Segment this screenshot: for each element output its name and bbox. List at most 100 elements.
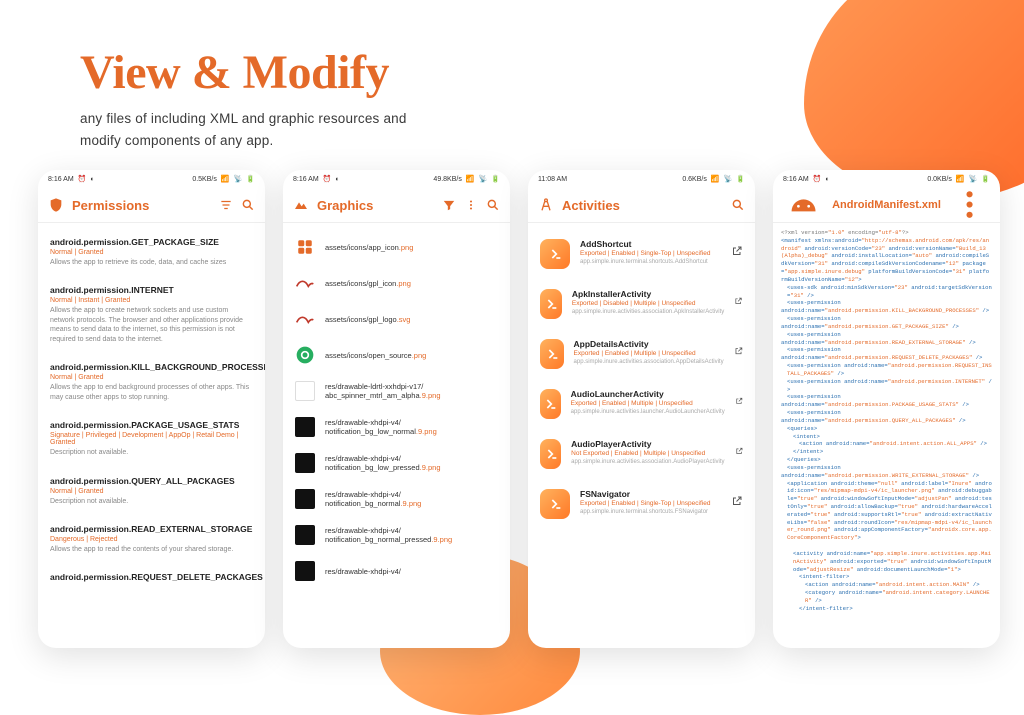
- signal-icon: 📶: [711, 175, 720, 183]
- launch-icon[interactable]: [731, 495, 743, 507]
- activity-item[interactable]: AppDetailsActivity Exported | Enabled | …: [528, 329, 755, 379]
- permission-desc: Allows the app to end background process…: [50, 383, 253, 402]
- permission-item[interactable]: android.permission.PACKAGE_USAGE_STATSSi…: [38, 412, 265, 467]
- page-subtitle: any files of including XML and graphic r…: [80, 108, 407, 151]
- phone-permissions: 8:16 AM⏰◐ 0.5KB/s📶📡🔋 Permissions android…: [38, 170, 265, 648]
- search-icon[interactable]: [731, 198, 745, 212]
- thumbnail-icon: [295, 453, 315, 473]
- xml-viewer[interactable]: <?xml version="1.0" encoding="utf-8"?><m…: [773, 223, 1000, 619]
- heading-block: View & Modify any files of including XML…: [80, 45, 407, 151]
- xml-line: <category android:name="android.intent.c…: [781, 589, 992, 605]
- graphics-item[interactable]: res/drawable-ldrtl-xxhdpi-v17/ abc_spinn…: [283, 373, 510, 409]
- status-bar: 8:16 AM⏰◐ 0.5KB/s📶📡🔋: [38, 170, 265, 188]
- xml-line: </intent>: [781, 448, 992, 456]
- graphics-item[interactable]: res/drawable-xhdpi-v4/: [283, 553, 510, 589]
- permission-title: android.permission.PACKAGE_USAGE_STATS: [50, 420, 253, 430]
- activity-app-icon: [540, 439, 561, 469]
- graphics-filename: res/drawable-xhdpi-v4/ notification_bg_n…: [325, 490, 498, 508]
- graphics-filename: assets/icons/open_source.png: [325, 351, 426, 360]
- launch-icon[interactable]: [735, 445, 743, 457]
- graphics-item[interactable]: res/drawable-xhdpi-v4/ notification_bg_n…: [283, 517, 510, 553]
- filter-icon[interactable]: [442, 198, 456, 212]
- permission-status: Normal | Granted: [50, 249, 253, 256]
- menu-icon[interactable]: [464, 198, 478, 212]
- dnd-icon: ◐: [825, 176, 829, 183]
- permission-item[interactable]: android.permission.READ_EXTERNAL_STORAGE…: [38, 516, 265, 564]
- signal-icon: 📶: [466, 175, 475, 183]
- activity-title: FSNavigator: [580, 489, 721, 499]
- search-icon[interactable]: [486, 198, 500, 212]
- graphics-item[interactable]: assets/icons/gpl_icon.png: [283, 265, 510, 301]
- graphics-filename: assets/icons/gpl_logo.svg: [325, 315, 410, 324]
- activity-path: app.simple.inure.activities.association.…: [571, 459, 724, 467]
- graphics-item[interactable]: assets/icons/gpl_logo.svg: [283, 301, 510, 337]
- launch-icon[interactable]: [731, 245, 743, 257]
- permission-item[interactable]: android.permission.KILL_BACKGROUND_PROCE…: [38, 354, 265, 412]
- mountain-icon: [293, 197, 309, 213]
- graphics-list[interactable]: assets/icons/app_icon.png assets/icons/g…: [283, 223, 510, 648]
- screen-title: Graphics: [317, 198, 434, 213]
- activities-list[interactable]: AddShortcut Exported | Enabled | Single-…: [528, 223, 755, 648]
- activity-status: Not Exported | Enabled | Multiple | Unsp…: [571, 450, 724, 458]
- permission-item[interactable]: android.permission.QUERY_ALL_PACKAGES Nor…: [38, 468, 265, 516]
- activity-path: app.simple.inure.activities.launcher.Aud…: [571, 409, 725, 417]
- graphics-item[interactable]: assets/icons/app_icon.png: [283, 229, 510, 265]
- permission-desc: Allows the app to read the contents of y…: [50, 545, 253, 554]
- graphics-filename: res/drawable-xhdpi-v4/ notification_bg_l…: [325, 418, 498, 436]
- xml-line: <queries>: [781, 425, 992, 433]
- screen-title: Activities: [562, 198, 723, 213]
- wifi-icon: 📡: [479, 175, 488, 183]
- xml-line: <uses-permission: [781, 315, 992, 323]
- permission-status: Normal | Instant | Granted: [50, 297, 253, 304]
- xml-line: <activity android:name="app.simple.inure…: [781, 550, 992, 573]
- xml-line: android:name="android.permission.READ_EX…: [781, 339, 992, 347]
- wifi-icon: 📡: [969, 175, 978, 183]
- permission-title: android.permission.QUERY_ALL_PACKAGES: [50, 476, 253, 486]
- phone-manifest: 8:16 AM⏰◐ 0.0KB/s📶📡🔋 AndroidManifest.xml…: [773, 170, 1000, 648]
- shield-icon: [48, 197, 64, 213]
- graphics-filename: assets/icons/gpl_icon.png: [325, 279, 411, 288]
- permission-list[interactable]: android.permission.GET_PACKAGE_SIZENorma…: [38, 223, 265, 648]
- activity-item[interactable]: ApkInstallerActivity Exported | Disabled…: [528, 279, 755, 329]
- graphics-item[interactable]: res/drawable-xhdpi-v4/ notification_bg_l…: [283, 445, 510, 481]
- thumbnail-icon: [295, 381, 315, 401]
- activity-title: AudioLauncherActivity: [571, 389, 725, 399]
- graphics-item[interactable]: res/drawable-xhdpi-v4/ notification_bg_n…: [283, 481, 510, 517]
- permission-status: Normal | Granted: [50, 488, 253, 495]
- thumbnail-icon: [295, 561, 315, 581]
- permission-status: Dangerous | Rejected: [50, 536, 253, 543]
- graphics-filename: res/drawable-xhdpi-v4/ notification_bg_n…: [325, 526, 498, 544]
- screen-title: AndroidManifest.xml: [832, 199, 941, 211]
- launch-icon[interactable]: [734, 295, 743, 307]
- activity-item[interactable]: AudioPlayerActivity Not Exported | Enabl…: [528, 429, 755, 479]
- xml-line: <uses-permission android:name="android.p…: [781, 362, 992, 378]
- phone-activities: 11:08 AM 0.6KB/s📶📡🔋 Activities AddShortc…: [528, 170, 755, 648]
- xml-line: android:name="android.permission.REQUEST…: [781, 354, 992, 362]
- xml-line: android:name="android.permission.WRITE_E…: [781, 472, 992, 480]
- permission-item[interactable]: android.permission.GET_PACKAGE_SIZENorma…: [38, 229, 265, 277]
- permission-desc: Description not available.: [50, 448, 253, 457]
- permission-item[interactable]: android.permission.INTERNETNormal | Inst…: [38, 277, 265, 354]
- menu-icon[interactable]: [949, 184, 990, 225]
- thumbnail-icon: [295, 417, 315, 437]
- activity-item[interactable]: AddShortcut Exported | Enabled | Single-…: [528, 229, 755, 279]
- sort-icon[interactable]: [219, 198, 233, 212]
- signal-icon: 📶: [956, 175, 965, 183]
- xml-line: android:name="android.permission.KILL_BA…: [781, 307, 992, 315]
- search-icon[interactable]: [241, 198, 255, 212]
- permission-status: Normal | Granted: [50, 374, 253, 381]
- xml-line: [781, 542, 992, 550]
- status-bar: 11:08 AM 0.6KB/s📶📡🔋: [528, 170, 755, 188]
- activity-item[interactable]: AudioLauncherActivity Exported | Enabled…: [528, 379, 755, 429]
- launch-icon[interactable]: [734, 345, 743, 357]
- activity-status: Exported | Enabled | Multiple | Unspecif…: [574, 350, 724, 358]
- xml-line: <uses-sdk android:minSdkVersion="23" and…: [781, 284, 992, 300]
- activity-path: app.simple.inure.activities.association.…: [572, 309, 724, 317]
- activity-item[interactable]: FSNavigator Exported | Enabled | Single-…: [528, 479, 755, 529]
- permission-item[interactable]: android.permission.REQUEST_DELETE_PACKAG…: [38, 564, 265, 592]
- thumbnail-icon: [295, 345, 315, 365]
- graphics-item[interactable]: res/drawable-xhdpi-v4/ notification_bg_l…: [283, 409, 510, 445]
- alarm-icon: ⏰: [323, 175, 332, 183]
- graphics-item[interactable]: assets/icons/open_source.png: [283, 337, 510, 373]
- launch-icon[interactable]: [735, 395, 743, 407]
